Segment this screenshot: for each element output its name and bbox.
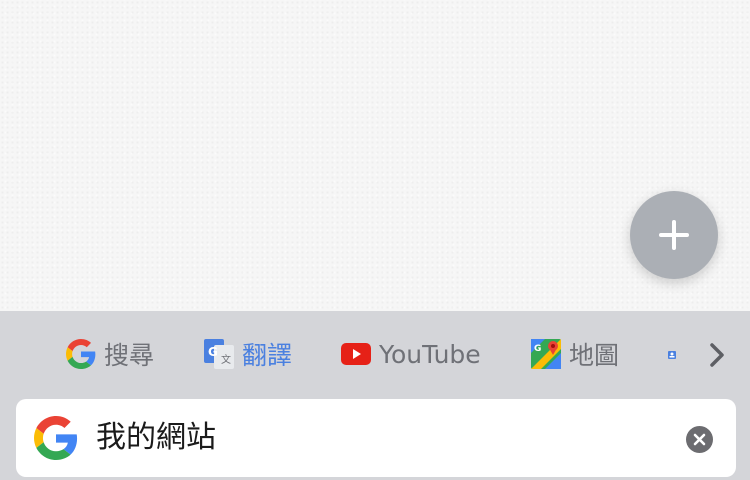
plus-icon	[659, 220, 689, 250]
contacts-icon[interactable]	[664, 347, 680, 363]
add-button[interactable]	[630, 191, 718, 279]
shortcut-search[interactable]: 搜尋	[66, 334, 154, 374]
youtube-icon	[341, 343, 371, 365]
chevron-right-icon	[710, 343, 724, 367]
shortcut-youtube-label: YouTube	[379, 339, 481, 369]
svg-text:G: G	[534, 344, 541, 354]
svg-text:G: G	[208, 345, 218, 359]
page: 搜尋 G 文 翻譯 YouTube G 地圖 我的網站	[0, 0, 750, 480]
shortcut-maps[interactable]: G 地圖	[531, 334, 619, 374]
clear-button[interactable]	[686, 426, 713, 453]
google-g-icon	[34, 416, 78, 460]
svg-text:文: 文	[221, 353, 231, 366]
shortcut-youtube[interactable]: YouTube	[341, 334, 481, 374]
search-input[interactable]: 我的網站	[96, 419, 216, 457]
clear-x-icon	[693, 433, 706, 446]
page-canvas	[0, 0, 750, 311]
google-maps-icon: G	[531, 339, 561, 369]
shortcut-search-label: 搜尋	[104, 341, 155, 370]
shortcut-bar: 搜尋 G 文 翻譯 YouTube G 地圖	[0, 311, 750, 399]
next-shortcuts-button[interactable]	[704, 331, 730, 379]
google-g-icon	[66, 339, 96, 369]
google-translate-icon: G 文	[204, 339, 234, 369]
shortcut-translate[interactable]: G 文 翻譯	[204, 334, 292, 374]
shortcut-maps-label: 地圖	[569, 341, 620, 370]
shortcut-translate-label: 翻譯	[242, 341, 293, 370]
search-bar[interactable]: 我的網站	[16, 399, 736, 477]
